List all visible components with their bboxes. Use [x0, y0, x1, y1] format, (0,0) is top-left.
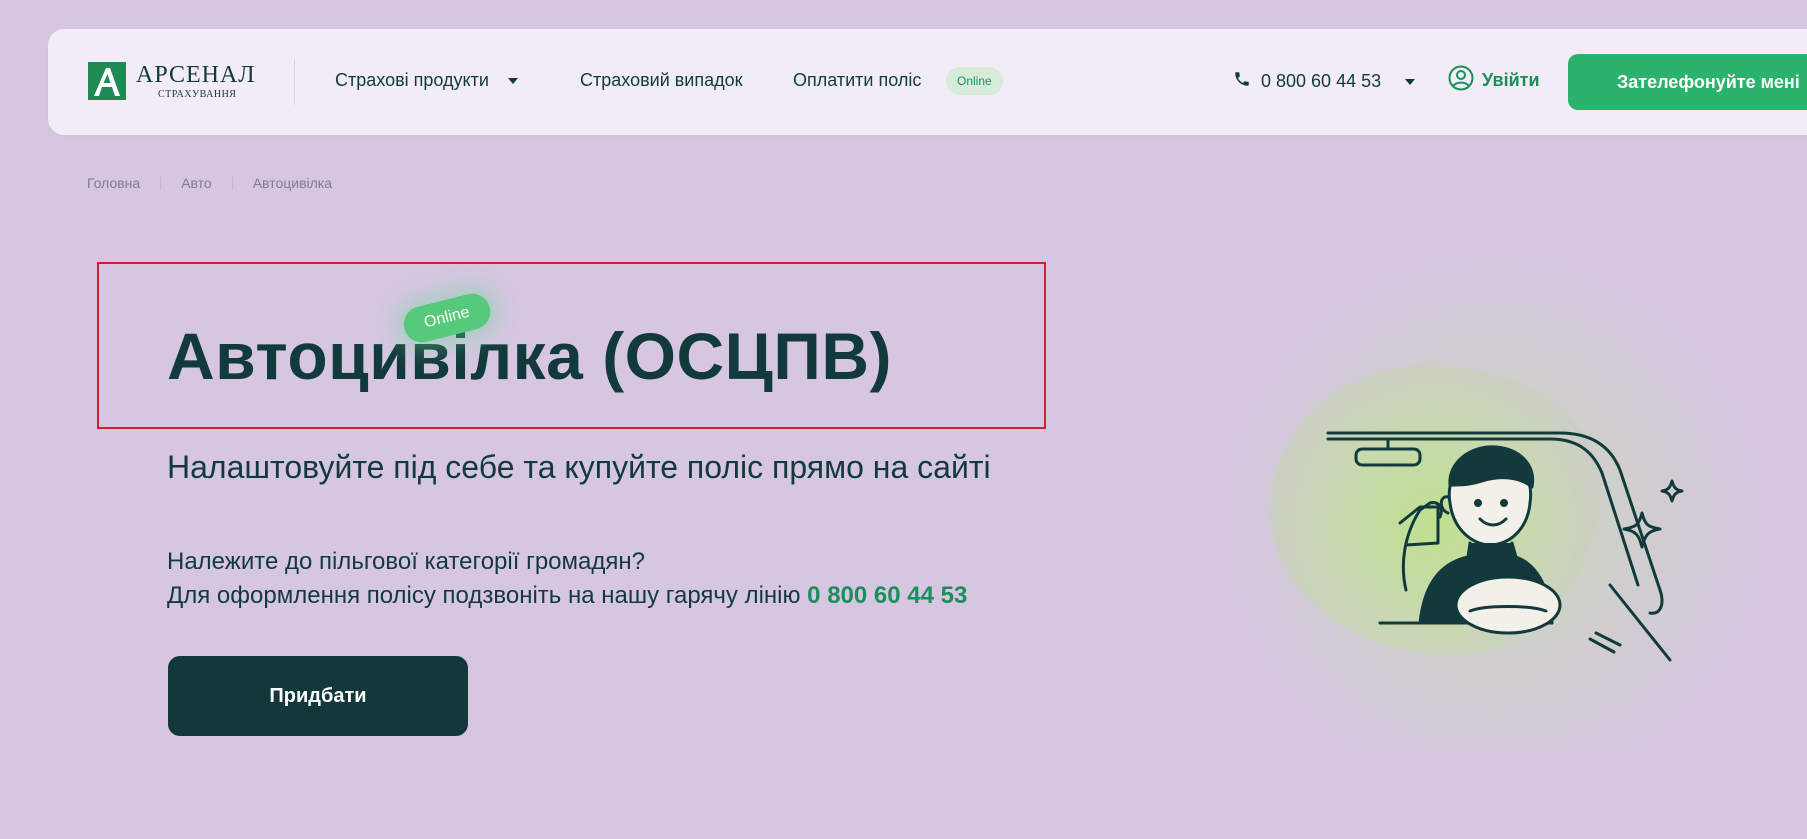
call-me-button[interactable]: Зателефонуйте мені — [1568, 54, 1807, 110]
driver-illustration — [1326, 431, 1684, 662]
benefit-note-line2: Для оформлення полісу подзвоніть на нашу… — [167, 579, 967, 613]
chevron-down-icon — [507, 78, 518, 85]
online-badge: Online — [946, 67, 1003, 95]
breadcrumb-auto[interactable]: Авто — [181, 175, 212, 191]
benefit-note: Належите до пільгової категорії громадян… — [167, 545, 967, 613]
phone-dropdown[interactable]: 0 800 60 44 53 — [1233, 70, 1416, 93]
nav-pay-policy[interactable]: Оплатити поліс — [793, 70, 921, 91]
page-subtitle: Налаштовуйте під себе та купуйте поліс п… — [167, 449, 991, 485]
chevron-down-icon — [1405, 78, 1416, 85]
breadcrumb-separator — [231, 176, 233, 190]
nav-insurance-products-label: Страхові продукти — [335, 70, 489, 90]
site-header: АРСЕНАЛ СТРАХУВАННЯ Страхові продукти Ст… — [48, 29, 1807, 135]
buy-button[interactable]: Придбати — [168, 656, 468, 736]
logo-name: АРСЕНАЛ — [136, 61, 256, 88]
breadcrumb-home[interactable]: Головна — [87, 175, 140, 191]
phone-icon — [1233, 70, 1251, 93]
benefit-note-line1: Належите до пільгової категорії громадян… — [167, 548, 645, 575]
nav-insurance-products[interactable]: Страхові продукти — [335, 70, 518, 91]
benefit-note-text: Для оформлення полісу подзвоніть на нашу… — [167, 582, 801, 609]
breadcrumb-separator — [160, 176, 162, 190]
logo-subtitle: СТРАХУВАННЯ — [158, 88, 237, 100]
breadcrumb: Головна Авто Автоцивілка — [87, 175, 332, 191]
logo[interactable]: АРСЕНАЛ СТРАХУВАННЯ — [88, 62, 256, 100]
page-title: Автоцивілка (ОСЦПВ) — [167, 319, 892, 393]
nav-insured-event[interactable]: Страховий випадок — [580, 70, 743, 91]
user-icon — [1448, 65, 1474, 96]
phone-number: 0 800 60 44 53 — [1261, 71, 1382, 91]
hotline-phone-link[interactable]: 0 800 60 44 53 — [807, 582, 967, 609]
breadcrumb-current: Автоцивілка — [252, 175, 333, 191]
header-divider — [294, 59, 295, 105]
login-link[interactable]: Увійти — [1448, 65, 1540, 96]
logo-mark-icon — [88, 62, 126, 100]
login-label: Увійти — [1482, 70, 1540, 90]
